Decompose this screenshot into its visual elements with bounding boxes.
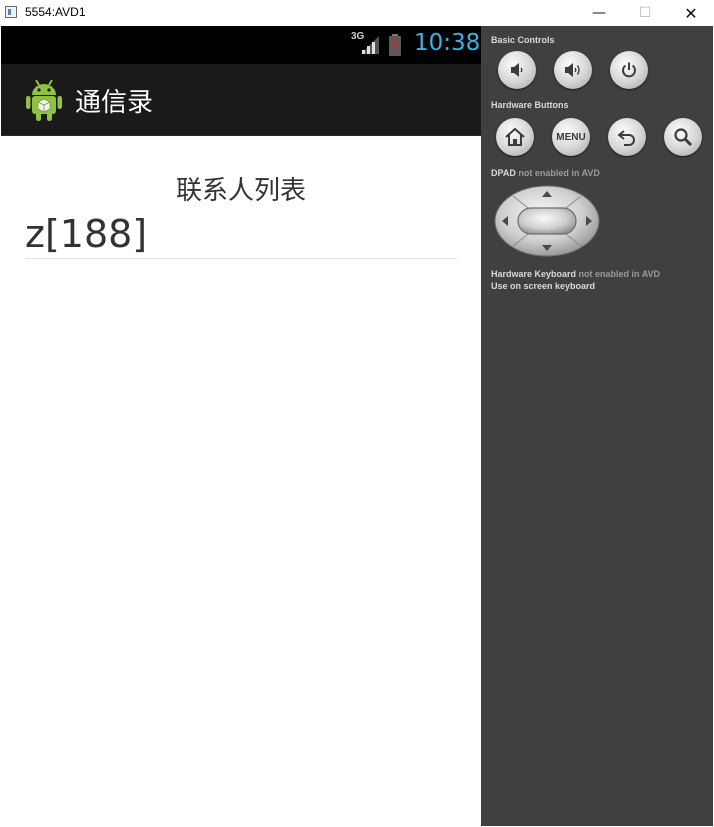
signal-icon xyxy=(361,36,379,54)
window-title: 5554:AVD1 xyxy=(25,5,86,19)
volume-down-icon xyxy=(511,63,523,77)
menu-button-label: MENU xyxy=(556,131,586,143)
maximize-button[interactable]: ☐ xyxy=(622,0,668,26)
volume-up-button[interactable] xyxy=(554,51,592,89)
basic-controls-label: Basic Controls xyxy=(491,35,555,45)
keyboard-hint: Use on screen keyboard xyxy=(491,281,596,291)
contact-list: z[188] xyxy=(25,210,457,259)
keyboard-note: Hardware Keyboard not enabled in AVD Use… xyxy=(491,268,660,292)
app-title: 通信录 xyxy=(75,88,154,118)
keyboard-label: Hardware Keyboard xyxy=(491,269,577,279)
status-clock: 10:38 xyxy=(414,30,481,56)
volume-up-icon xyxy=(565,63,580,77)
contact-list-header: 联系人列表 xyxy=(175,176,306,206)
emulator-screen[interactable]: 3G 10:38 通信录 联系人列表 z[188] xyxy=(1,26,481,826)
contact-name: z[188] xyxy=(25,212,148,256)
dpad-center-button xyxy=(517,207,577,235)
battery-alert-icon xyxy=(389,34,401,56)
power-icon xyxy=(622,62,636,78)
volume-down-button[interactable] xyxy=(498,51,536,89)
search-icon xyxy=(674,128,693,147)
emulator-controls-panel: Basic Controls Hardware Buttons MENU DPA… xyxy=(481,26,713,826)
back-button[interactable] xyxy=(608,118,646,156)
keyboard-status: not enabled in AVD xyxy=(578,269,661,279)
dpad-label: DPAD not enabled in AVD xyxy=(491,168,600,178)
back-icon xyxy=(617,130,635,146)
menu-button[interactable]: MENU xyxy=(552,118,590,156)
search-button[interactable] xyxy=(664,118,702,156)
action-bar: 通信录 xyxy=(1,64,481,136)
android-robot-icon[interactable] xyxy=(25,78,63,122)
minimize-button[interactable]: — xyxy=(576,0,622,26)
status-bar: 3G 10:38 xyxy=(1,26,481,64)
home-icon xyxy=(505,127,525,146)
contact-list-item[interactable]: z[188] xyxy=(25,210,457,259)
dpad-control[interactable] xyxy=(493,184,601,258)
dpad-label-text: DPAD xyxy=(491,168,516,178)
power-button[interactable] xyxy=(610,51,648,89)
home-button[interactable] xyxy=(496,118,534,156)
close-button[interactable]: ✕ xyxy=(668,0,714,26)
dpad-status: not enabled in AVD xyxy=(518,168,600,178)
hardware-buttons-label: Hardware Buttons xyxy=(491,100,569,110)
emulator-window-icon xyxy=(5,6,17,18)
window-titlebar: 5554:AVD1 — ☐ ✕ xyxy=(0,0,714,27)
